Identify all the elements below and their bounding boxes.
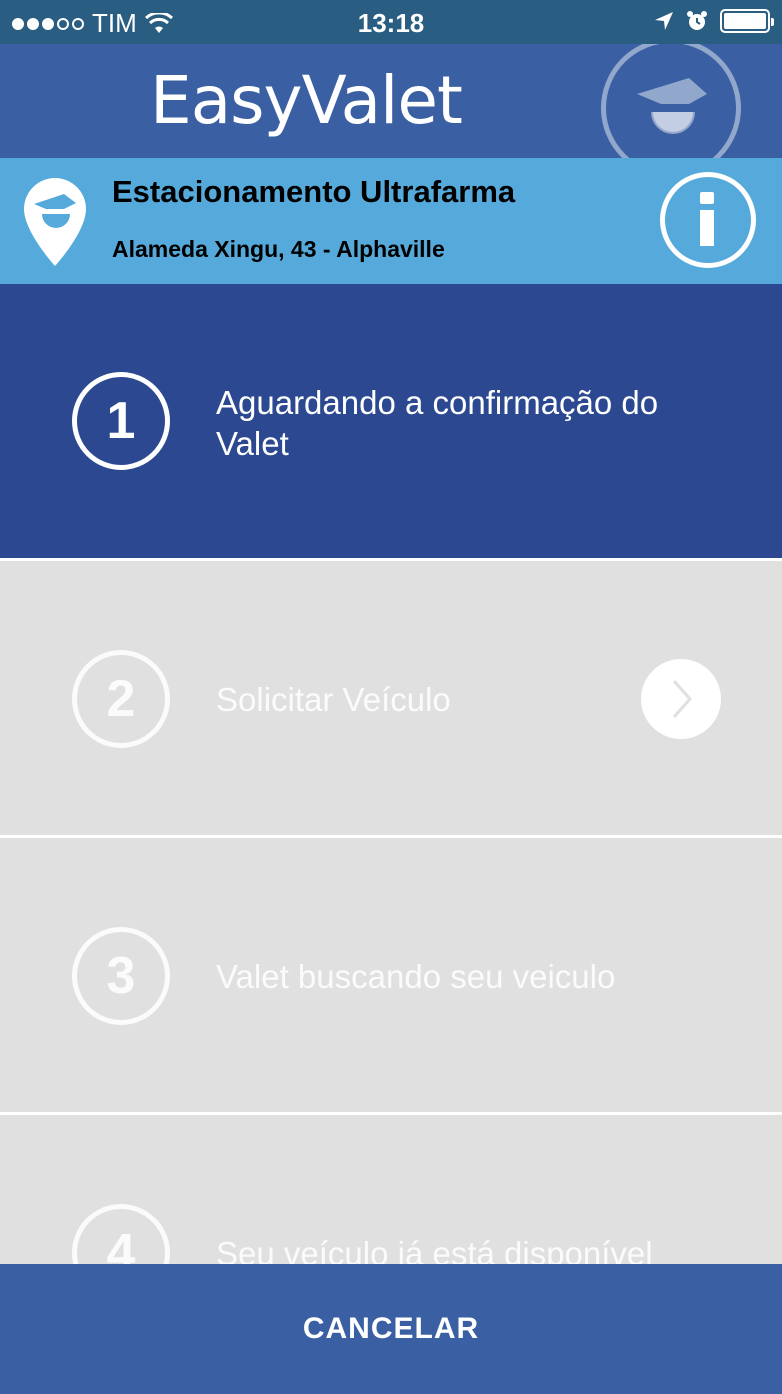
valet-profile-button[interactable] (601, 44, 741, 158)
app-header: EasyValet (0, 44, 782, 158)
location-address: Alameda Xingu, 43 - Alphaville (112, 236, 445, 262)
chevron-right-icon (672, 680, 693, 718)
step-number-badge: 2 (72, 650, 170, 748)
valet-cap-icon (637, 78, 707, 134)
alarm-icon (687, 11, 707, 30)
step-number-badge: 1 (72, 372, 170, 470)
cancel-button[interactable]: CANCELAR (0, 1264, 782, 1394)
info-icon (700, 192, 714, 246)
step-label: Valet buscando seu veiculo (216, 958, 616, 995)
location-arrow-icon (655, 12, 673, 30)
info-button[interactable] (660, 172, 756, 268)
valet-location-pin-icon (24, 178, 86, 266)
step-label: Aguardando a confirmação do Valet (216, 384, 659, 462)
battery-icon (720, 9, 774, 33)
step-2[interactable]: 2 Solicitar Veículo (0, 561, 782, 835)
app-logo: EasyValet (150, 62, 463, 139)
location-name: Estacionamento Ultrafarma (112, 174, 516, 209)
request-vehicle-button[interactable] (641, 659, 721, 739)
status-bar: TIM 13:18 (0, 0, 782, 44)
step-3: 3 Valet buscando seu veiculo (0, 838, 782, 1112)
step-number-badge: 3 (72, 927, 170, 1025)
status-right (654, 9, 774, 33)
step-1: 1 Aguardando a confirmação do Valet (0, 284, 782, 558)
